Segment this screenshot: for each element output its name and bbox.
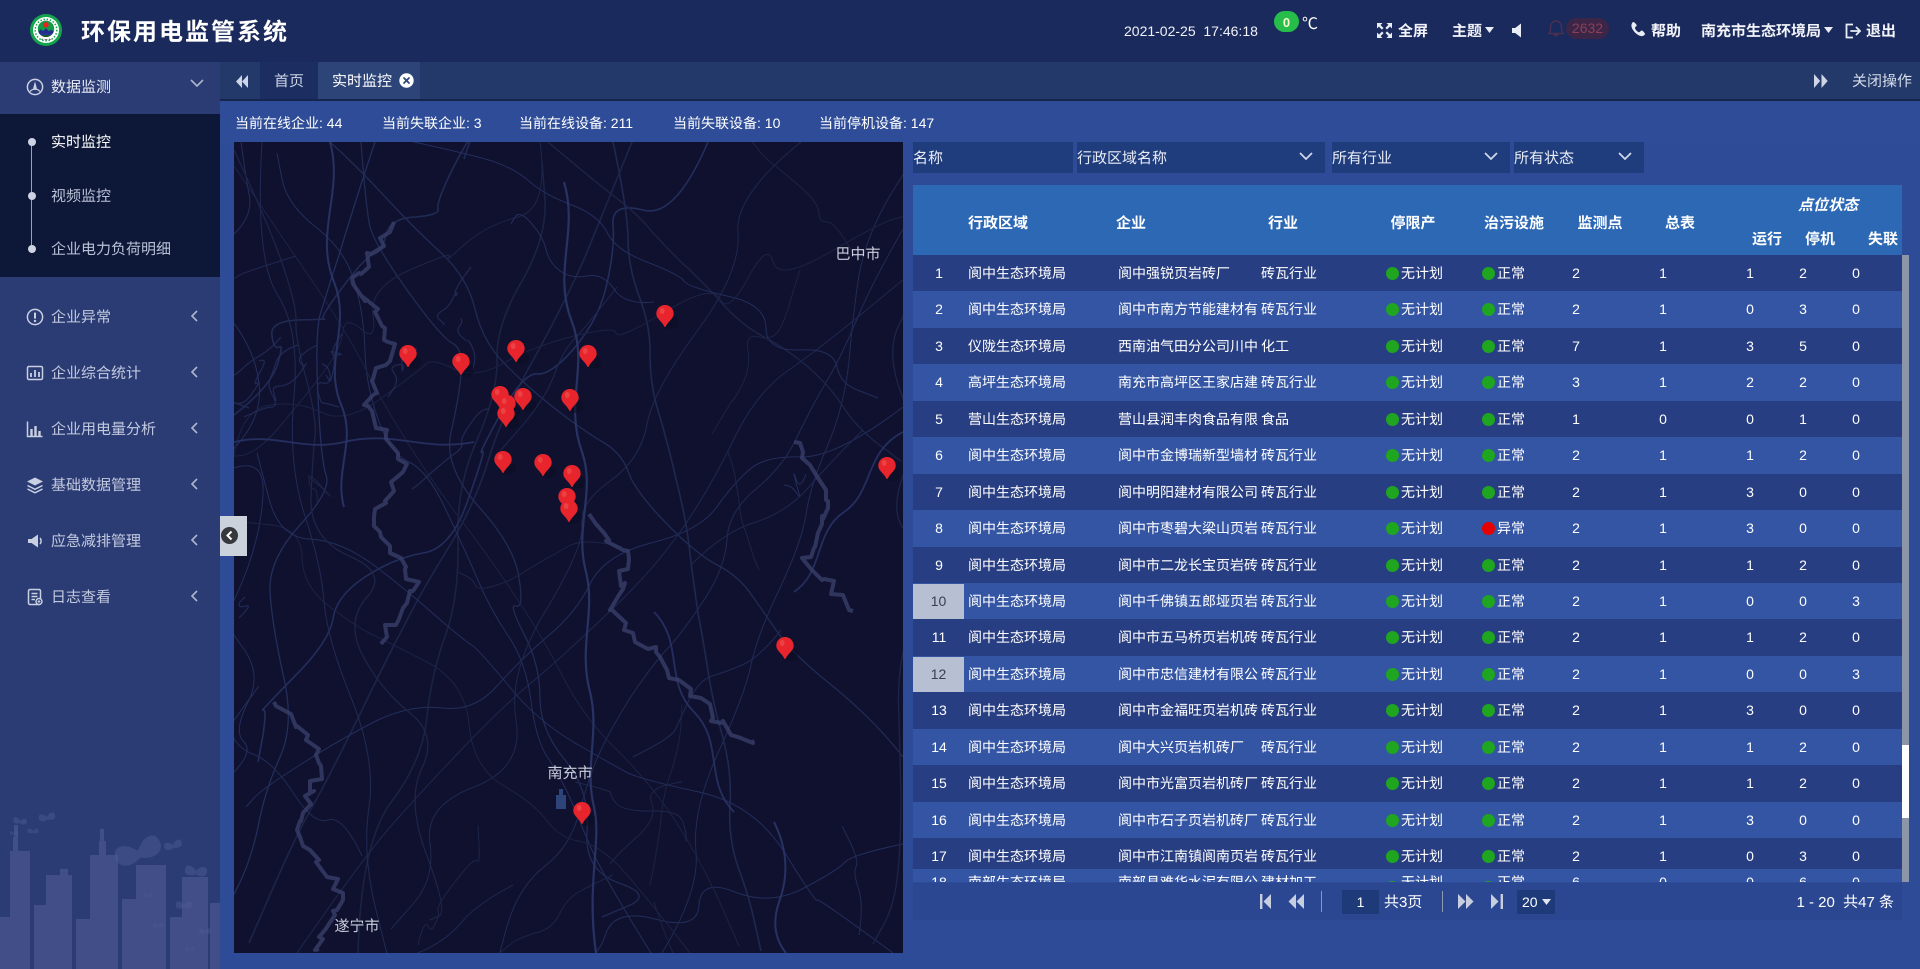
svg-text:南充市: 南充市 bbox=[547, 762, 592, 783]
svg-text:巴中市: 巴中市 bbox=[835, 243, 880, 264]
svg-text:遂宁市: 遂宁市 bbox=[334, 915, 379, 936]
